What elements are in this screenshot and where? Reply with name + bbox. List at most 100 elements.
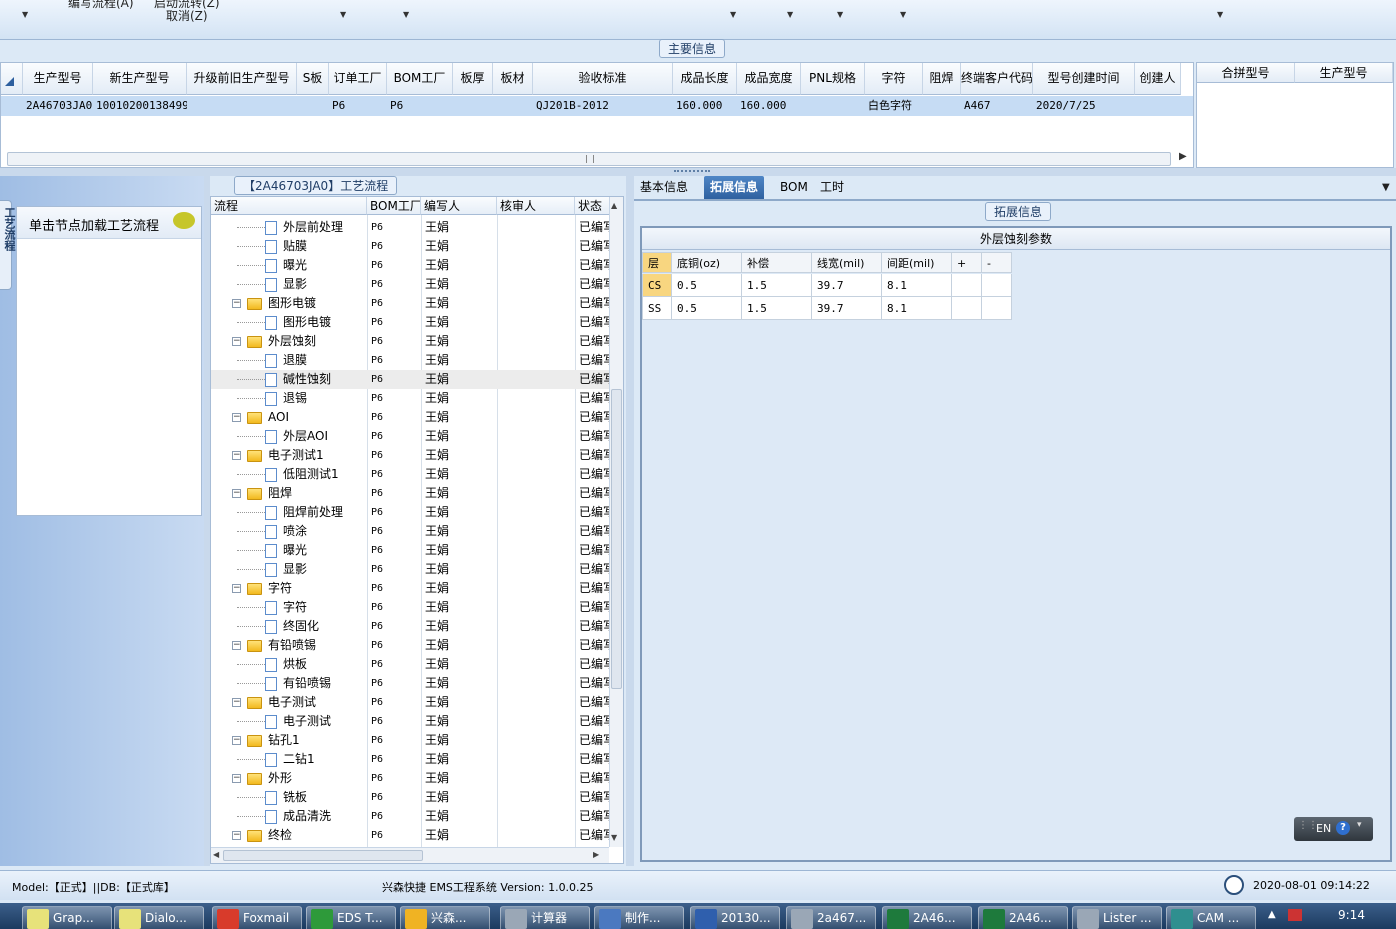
etch-cell[interactable] <box>982 297 1012 320</box>
language-bar[interactable]: ⋮⋮ EN ? ▾ <box>1294 817 1373 841</box>
tree-row[interactable]: − 有铅喷锡 P6 王娟 已编写 <box>211 636 611 655</box>
taskbar-item[interactable]: 计算器 <box>500 906 590 929</box>
column-header[interactable]: 阻焊 <box>923 63 961 95</box>
etch-cell[interactable]: SS <box>642 297 672 320</box>
taskbar-item[interactable]: Dialo... <box>114 906 204 929</box>
tree-row[interactable]: − 字符 P6 王娟 已编写 <box>211 579 611 598</box>
tree-row[interactable]: 字符 P6 王娟 已编写 <box>211 598 611 617</box>
etch-cell[interactable] <box>952 274 982 297</box>
tree-node[interactable]: 退锡 <box>211 389 367 408</box>
tree-node[interactable]: 阻焊前处理 <box>211 503 367 522</box>
dropdown-arrow-icon[interactable]: ▼ <box>787 10 793 19</box>
tab-ext-info[interactable]: 拓展信息 <box>704 176 765 200</box>
tree-node[interactable]: 二钻1 <box>211 750 367 769</box>
dropdown-arrow-icon[interactable]: ▼ <box>22 10 28 19</box>
etch-column-header[interactable]: + <box>952 252 982 273</box>
tab-bom[interactable]: BOM <box>774 176 814 200</box>
etch-cell[interactable]: 8.1 <box>882 297 952 320</box>
tree-row[interactable]: 阻焊前处理 P6 王娟 已编写 <box>211 503 611 522</box>
tree-row[interactable]: 有铅喷锡 P6 王娟 已编写 <box>211 674 611 693</box>
tree-row[interactable]: 退膜 P6 王娟 已编写 <box>211 351 611 370</box>
dropdown-arrow-icon[interactable]: ▼ <box>403 10 409 19</box>
tree-node[interactable]: − AOI <box>211 408 367 427</box>
tree-node[interactable]: 曝光 <box>211 256 367 275</box>
tree-node[interactable]: 烘板 <box>211 655 367 674</box>
tree-column-header[interactable]: BOM工厂 <box>367 197 421 215</box>
taskbar-item[interactable]: 制作... <box>594 906 684 929</box>
taskbar-item[interactable]: 2A46... <box>882 906 972 929</box>
collapse-icon[interactable]: − <box>232 736 241 745</box>
tree-row[interactable]: 二钻1 P6 王娟 已编写 <box>211 750 611 769</box>
column-header[interactable]: 终端客户代码 <box>961 63 1033 95</box>
taskbar-item[interactable]: CAM ... <box>1166 906 1256 929</box>
main-info-cell[interactable] <box>453 96 493 116</box>
tree-row[interactable]: 成品清洗 P6 王娟 已编写 <box>211 807 611 826</box>
collapse-icon[interactable]: − <box>232 337 241 346</box>
main-info-cell[interactable] <box>801 96 865 116</box>
horizontal-scrollbar[interactable] <box>7 152 1171 166</box>
column-header[interactable]: 字符 <box>865 63 923 95</box>
tree-row[interactable]: 退锡 P6 王娟 已编写 <box>211 389 611 408</box>
main-info-cell[interactable] <box>187 96 297 116</box>
etch-column-header[interactable]: 线宽(mil) <box>812 252 882 273</box>
tray-expand-icon[interactable]: ▲ <box>1268 909 1276 920</box>
scroll-left-icon[interactable]: ◀ <box>213 850 219 859</box>
tree-row[interactable]: 烘板 P6 王娟 已编写 <box>211 655 611 674</box>
tree-row[interactable]: 曝光 P6 王娟 已编写 <box>211 541 611 560</box>
tree-node[interactable]: − 有铅喷锡 <box>211 636 367 655</box>
column-header[interactable]: 新生产型号 <box>93 63 187 95</box>
scroll-down-icon[interactable]: ▼ <box>611 833 617 842</box>
collapse-icon[interactable]: − <box>232 299 241 308</box>
tree-node[interactable]: − 阻焊 <box>211 484 367 503</box>
tree-row[interactable]: − 图形电镀 P6 王娟 已编写 <box>211 294 611 313</box>
tree-node[interactable]: − 外形 <box>211 769 367 788</box>
etch-cell[interactable]: 39.7 <box>812 274 882 297</box>
tree-row[interactable]: − 电子测试1 P6 王娟 已编写 <box>211 446 611 465</box>
edit-flow-button[interactable]: 编写流程(A) <box>68 0 134 11</box>
tab-basic-info[interactable]: 基本信息 <box>634 176 694 200</box>
tree-node[interactable]: − 图形电镀 <box>211 294 367 313</box>
tree-node[interactable]: − 电子测试 <box>211 693 367 712</box>
etch-cell[interactable]: 8.1 <box>882 274 952 297</box>
cancel-button[interactable]: 取消(Z) <box>166 7 208 24</box>
dropdown-arrow-icon[interactable]: ▼ <box>837 10 843 19</box>
tree-node[interactable]: 图形电镀 <box>211 313 367 332</box>
tree-row[interactable]: 电子测试 P6 王娟 已编写 <box>211 712 611 731</box>
collapse-icon[interactable]: − <box>232 413 241 422</box>
main-info-cell[interactable]: 2A46703JA0 <box>23 96 93 116</box>
dropdown-arrow-icon[interactable]: ▼ <box>730 10 736 19</box>
horizontal-splitter[interactable] <box>0 168 1396 176</box>
main-info-cell[interactable]: P6 <box>329 96 387 116</box>
tree-horizontal-scrollbar[interactable]: ◀ ▶ <box>211 847 609 863</box>
etch-cell[interactable]: 1.5 <box>742 297 812 320</box>
column-header[interactable]: 订单工厂 <box>329 63 387 95</box>
main-info-cell[interactable] <box>1135 96 1181 116</box>
taskbar-item[interactable]: Lister ... <box>1072 906 1162 929</box>
main-info-cell[interactable]: 160.000 <box>673 96 737 116</box>
tree-column-header[interactable]: 状态 <box>575 197 611 215</box>
etch-cell[interactable]: 1.5 <box>742 274 812 297</box>
tree-column-header[interactable]: 核审人 <box>497 197 575 215</box>
tree-row[interactable]: 外层前处理 P6 王娟 已编写 <box>211 218 611 237</box>
column-header[interactable]: 升级前旧生产型号 <box>187 63 297 95</box>
etch-column-header[interactable]: - <box>982 252 1012 273</box>
tree-node[interactable]: 外层前处理 <box>211 218 367 237</box>
tree-node[interactable]: 曝光 <box>211 541 367 560</box>
column-header[interactable]: BOM工厂 <box>387 63 453 95</box>
scroll-up-icon[interactable]: ▲ <box>611 201 617 210</box>
tree-row[interactable]: 外层AOI P6 王娟 已编写 <box>211 427 611 446</box>
main-info-cell[interactable]: 10010200138499 <box>93 96 187 116</box>
tree-row[interactable]: 终固化 P6 王娟 已编写 <box>211 617 611 636</box>
taskbar-item[interactable]: 2a467... <box>786 906 876 929</box>
column-header[interactable]: 板材 <box>493 63 533 95</box>
column-header[interactable]: 成品宽度 <box>737 63 801 95</box>
main-info-cell[interactable] <box>297 96 329 116</box>
tree-row[interactable]: 低阻测试1 P6 王娟 已编写 <box>211 465 611 484</box>
vertical-scrollbar[interactable]: ▲ ▼ <box>609 197 623 847</box>
tab-worktime[interactable]: 工时 <box>814 176 850 200</box>
side-tab[interactable]: 工艺流程 <box>0 200 16 290</box>
etch-column-header[interactable]: 层 <box>642 252 672 273</box>
scroll-thumb[interactable] <box>223 850 423 861</box>
etch-cell[interactable]: 39.7 <box>812 297 882 320</box>
taskbar-item[interactable]: 兴森... <box>400 906 490 929</box>
